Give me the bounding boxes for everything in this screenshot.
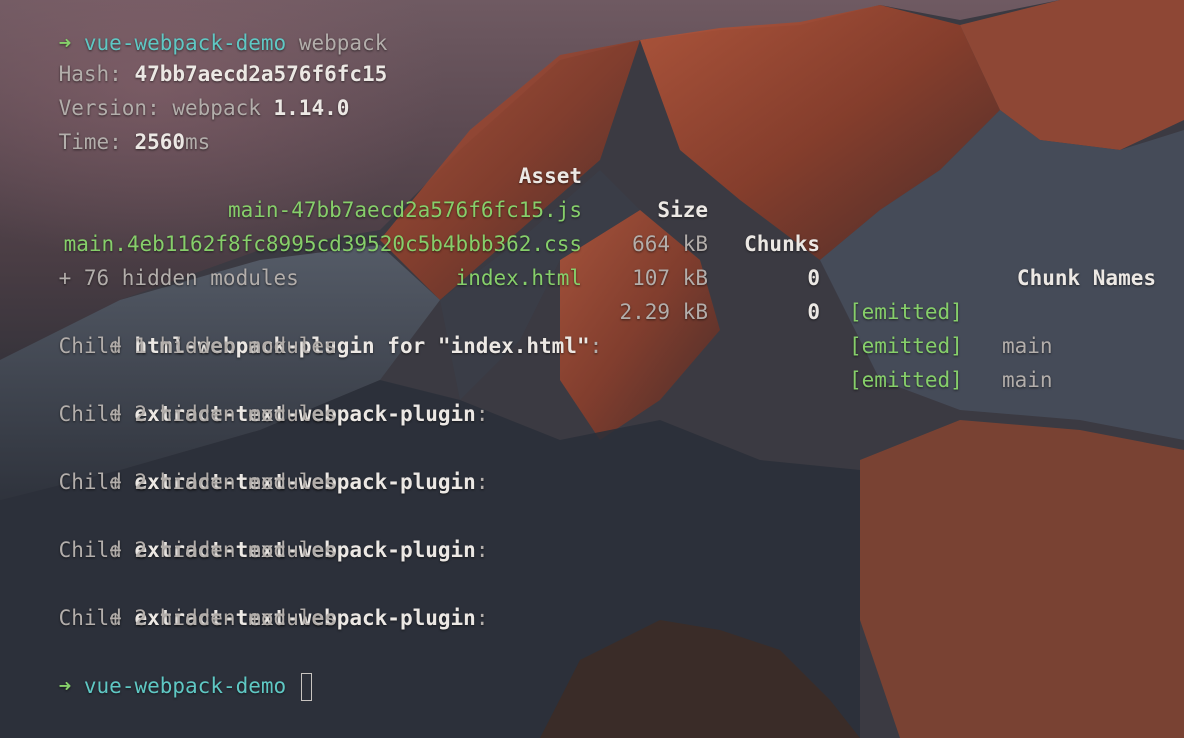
header-chunk-names: Chunk Names [1016,266,1156,290]
asset-status: [emitted] [849,334,963,358]
prompt-arrow-icon: ➜ [58,674,72,698]
asset-size: 2.29 kB [619,300,708,324]
hidden-modules-summary: + 76 hidden modules [8,266,299,290]
child-hidden-modules: + 2 hidden modules [8,470,337,494]
asset-status: [emitted] [849,368,963,392]
child-header: Child extract-text-webpack-plugin: [8,363,489,426]
child-header: Child html-webpack-plugin for "index.htm… [8,295,603,358]
asset-size: 107 kB [632,266,708,290]
time-line: Time: 2560ms [8,91,211,154]
child-header: Child extract-text-webpack-plugin: [8,431,489,494]
version-value: 1.14.0 [273,96,350,120]
asset-chunks: 0 [807,266,820,290]
child-suffix: : [475,402,489,426]
child-suffix: : [475,606,489,630]
version-line: Version: webpack 1.14.0 [8,57,350,120]
asset-chunk-name: main [1002,334,1053,358]
child-hidden-modules: + 2 hidden modules [8,606,337,630]
child-hidden-modules: + 2 hidden modules [8,402,337,426]
terminal-cursor[interactable] [300,673,312,701]
child-suffix: : [475,538,489,562]
table-row: main.4eb1162f8fc8995cd39520c5b4bbb362.cs… [0,193,1184,392]
child-hidden-modules: + 2 hidden modules [8,538,337,562]
asset-table-header: Asset Size Chunks Chunk Names [0,125,1184,290]
child-header: Child extract-text-webpack-plugin: [8,567,489,630]
table-row: main-47bb7aecd2a576f6fc15.js 664 kB 0 [e… [0,159,1184,358]
table-row: index.html 2.29 kB [emitted] [0,227,1184,392]
asset-status: [emitted] [849,300,963,324]
final-prompt-line[interactable]: ➜ vue-webpack-demo [8,635,312,701]
child-suffix: : [475,470,489,494]
child-header: Child extract-text-webpack-plugin: [8,499,489,562]
asset-name: index.html [455,266,582,290]
child-hidden-modules: + 1 hidden modules [8,334,337,358]
child-suffix: : [589,334,603,358]
hash-line: Hash: 47bb7aecd2a576f6fc15 [8,23,388,86]
asset-chunk-name: main [1002,368,1053,392]
prompt-directory: vue-webpack-demo [83,674,287,698]
asset-chunks: 0 [807,300,820,324]
terminal-window: ➜ vue-webpack-demo webpack Hash: 47bb7ae… [0,0,1184,738]
